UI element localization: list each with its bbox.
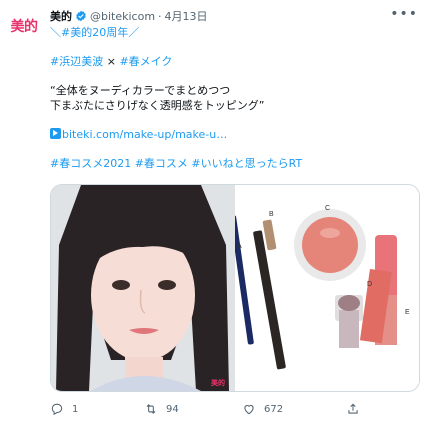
tweet-header: 美的 @bitekicom · 4月13日 bbox=[50, 8, 416, 24]
hashtags-line[interactable]: #春コスメ2021 #春コスメ #いいねと思ったらRT bbox=[50, 157, 302, 170]
reply-count: 1 bbox=[72, 403, 79, 415]
tweet-date[interactable]: 4月13日 bbox=[165, 8, 208, 24]
retweet-icon bbox=[146, 404, 156, 414]
avatar[interactable]: 美的 bbox=[6, 8, 42, 44]
product-label-c: C bbox=[325, 205, 331, 212]
avatar-logo: 美的 bbox=[10, 19, 39, 35]
tweet-text: ＼#美的20周年／ #浜辺美波 × #春メイク “全体をヌーディカラーでまとめつ… bbox=[50, 26, 416, 171]
product-label-e: E bbox=[405, 309, 410, 316]
hashtag-line[interactable]: ＼#美的20周年／ bbox=[50, 26, 139, 39]
user-handle[interactable]: @bitekicom bbox=[90, 10, 155, 23]
more-options-icon[interactable]: ••• bbox=[390, 6, 418, 22]
share-button[interactable] bbox=[346, 402, 368, 416]
products-image: A B C D E bbox=[230, 185, 419, 391]
photo-watermark: 美的 bbox=[211, 379, 225, 387]
product-label-d: D bbox=[367, 281, 373, 288]
reply-button[interactable]: 1 bbox=[50, 402, 78, 416]
times-sign: × bbox=[103, 55, 120, 68]
hashtag-spring-makeup[interactable]: #春メイク bbox=[119, 55, 172, 68]
heart-icon bbox=[244, 405, 254, 415]
retweet-count: 94 bbox=[166, 403, 179, 415]
model-photo: 美的 bbox=[51, 185, 235, 391]
reply-icon bbox=[51, 403, 63, 416]
media-image[interactable]: 美的 A B C D E bbox=[50, 184, 420, 392]
quote-line-1: “全体をヌーディカラーでまとめつつ bbox=[50, 84, 231, 97]
header-separator: · bbox=[158, 9, 162, 23]
like-button[interactable]: 672 bbox=[242, 402, 283, 416]
verified-badge-icon bbox=[76, 10, 86, 22]
quote-line-2: 下まぶたにさりげなく透明感をトッピング” bbox=[50, 98, 265, 112]
share-icon bbox=[348, 403, 358, 414]
article-link[interactable]: biteki.com/make-up/make-u… bbox=[62, 128, 227, 141]
display-name[interactable]: 美的 bbox=[50, 8, 72, 24]
tweet-actions: 1 94 672 bbox=[50, 400, 416, 418]
like-count: 672 bbox=[264, 403, 284, 415]
link-arrow-icon bbox=[50, 127, 61, 139]
product-label-b: B bbox=[269, 211, 274, 218]
retweet-button[interactable]: 94 bbox=[144, 402, 179, 416]
hashtag-hamabe[interactable]: #浜辺美波 bbox=[50, 55, 103, 68]
product-label-a: A bbox=[237, 243, 242, 250]
